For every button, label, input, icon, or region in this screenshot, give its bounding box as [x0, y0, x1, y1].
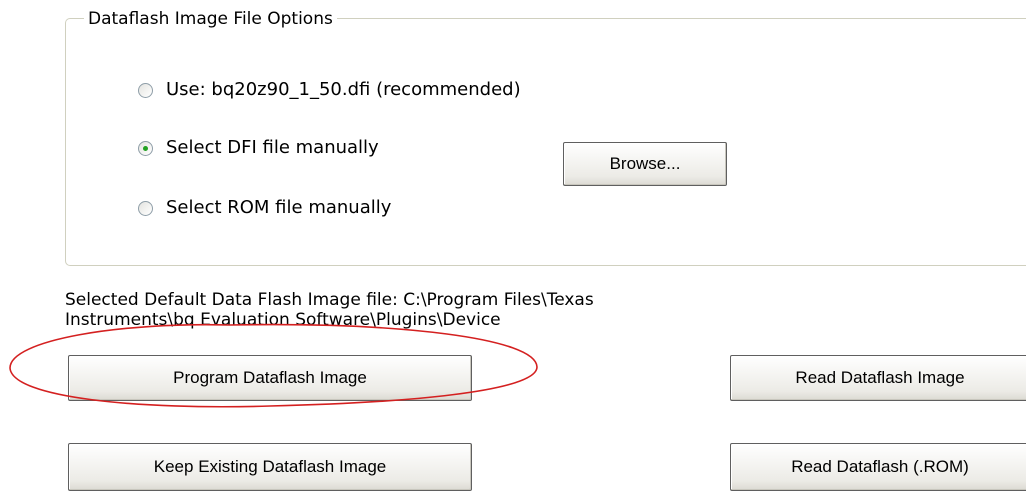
- red-highlight-ellipse: [9, 323, 538, 408]
